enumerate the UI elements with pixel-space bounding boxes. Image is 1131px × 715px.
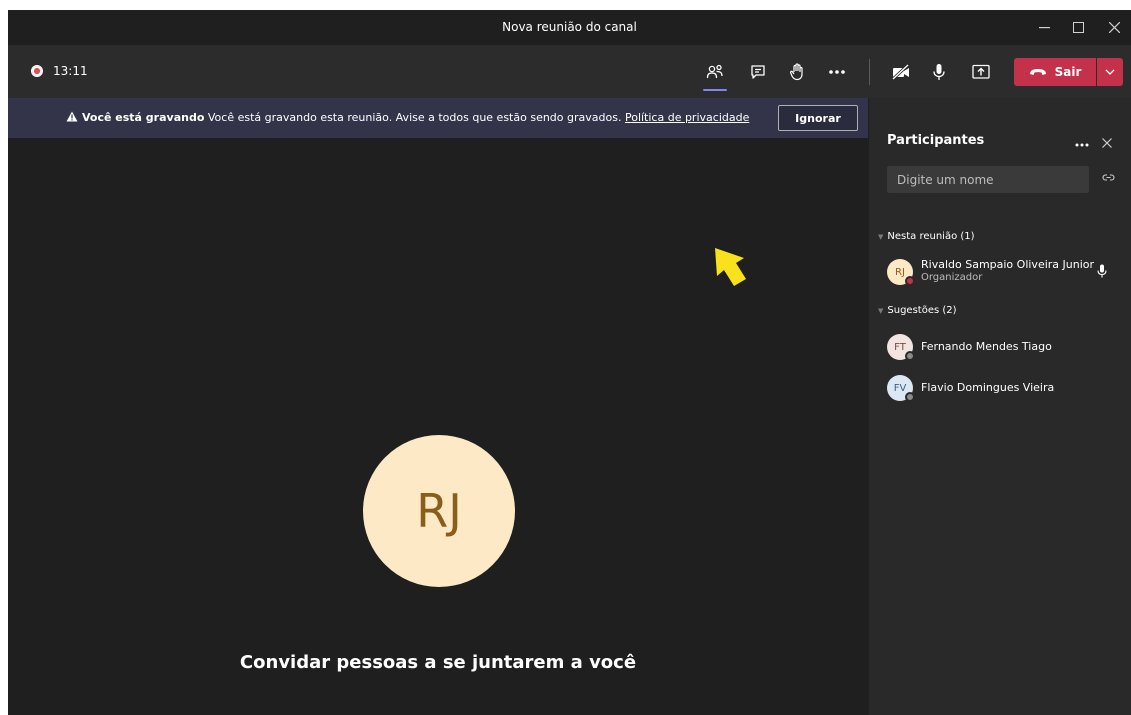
participant-avatar-initials: RJ (416, 484, 462, 538)
mic-icon (1097, 264, 1107, 278)
section-in-meeting[interactable]: ▼ Nesta reunião (1) (878, 231, 975, 242)
raise-hand-icon (790, 63, 803, 81)
panel-title: Participantes (887, 133, 985, 148)
camera-off-icon (892, 64, 910, 80)
mic-icon (933, 64, 945, 80)
section-in-meeting-label: Nesta reunião (1) (887, 231, 975, 242)
participant-avatar: RJ (363, 435, 515, 587)
avatar-initials: FT (894, 341, 906, 353)
meeting-toolbar: 13:11 Sair (8, 46, 1131, 98)
participants-button[interactable] (700, 57, 730, 91)
privacy-policy-link[interactable]: Política de privacidade (625, 111, 749, 124)
toolbar-divider (869, 59, 870, 85)
participant-role: Organizador (921, 272, 983, 283)
more-icon (829, 70, 845, 74)
chat-button[interactable] (743, 57, 773, 87)
panel-close-icon[interactable] (1102, 136, 1112, 152)
window-title: Nova reunião do canal (502, 20, 637, 34)
recording-banner-title: Você está gravando (82, 111, 205, 124)
meeting-timer: 13:11 (53, 64, 88, 78)
recording-banner-message: Você está gravando esta reunião. Avise a… (207, 111, 622, 124)
active-tab-indicator (703, 89, 727, 91)
participant-search-input[interactable] (887, 166, 1089, 193)
microphone-button[interactable] (924, 57, 954, 87)
status-busy-icon (905, 276, 915, 286)
chat-icon (751, 65, 765, 79)
ignore-button[interactable]: Ignorar (778, 105, 858, 131)
close-icon[interactable] (1097, 10, 1131, 45)
teams-meeting-window: Nova reunião do canal 13:11 Sair Você es… (8, 10, 1131, 715)
participant-item[interactable]: RJ Rivaldo Sampaio Oliveira Junior Organ… (887, 254, 1127, 290)
minimize-icon[interactable] (1027, 10, 1061, 45)
raise-hand-button[interactable] (782, 57, 812, 87)
participant-name: Flavio Domingues Vieira (921, 381, 1055, 394)
participant-name: Rivaldo Sampaio Oliveira Junior (921, 258, 1095, 271)
hang-up-icon (1029, 69, 1046, 75)
suggestion-item[interactable]: FV Flavio Domingues Vieira (887, 370, 1127, 406)
collapse-caret-icon: ▼ (878, 306, 884, 315)
participants-icon (706, 64, 723, 79)
status-offline-icon (905, 351, 915, 361)
panel-more-icon[interactable] (1075, 136, 1089, 151)
share-screen-icon (972, 64, 990, 79)
camera-toggle-button[interactable] (886, 57, 916, 87)
title-bar: Nova reunião do canal (8, 10, 1131, 46)
recording-indicator-icon (31, 65, 43, 77)
section-suggestions-label: Sugestões (2) (887, 305, 957, 316)
yellow-arrow-annotation-icon (715, 248, 746, 286)
leave-options-button[interactable] (1097, 58, 1123, 86)
leave-label: Sair (1054, 65, 1082, 79)
share-screen-button[interactable] (966, 57, 996, 87)
recording-banner: Você está gravando Você está gravando es… (8, 98, 868, 138)
leave-button[interactable]: Sair (1014, 58, 1096, 86)
avatar-initials: RJ (895, 266, 905, 278)
share-link-icon[interactable] (1102, 173, 1115, 182)
avatar-initials: FV (893, 382, 907, 394)
section-suggestions[interactable]: ▼ Sugestões (2) (878, 305, 957, 316)
suggestion-item[interactable]: FT Fernando Mendes Tiago (887, 329, 1127, 365)
status-offline-icon (905, 392, 915, 402)
warning-icon (66, 111, 78, 122)
participant-name: Fernando Mendes Tiago (921, 340, 1052, 353)
maximize-icon[interactable] (1061, 10, 1095, 45)
more-options-button[interactable] (822, 57, 852, 87)
invite-message: Convidar pessoas a se juntarem a você (239, 652, 637, 673)
participants-panel: Participantes ▼ Nesta reunião (1) RJ Riv… (869, 98, 1131, 715)
recording-banner-text: Você está gravando Você está gravando es… (66, 98, 749, 138)
chevron-down-icon (1105, 69, 1115, 75)
collapse-caret-icon: ▼ (878, 232, 884, 241)
meeting-stage: Você está gravando Você está gravando es… (8, 98, 868, 715)
